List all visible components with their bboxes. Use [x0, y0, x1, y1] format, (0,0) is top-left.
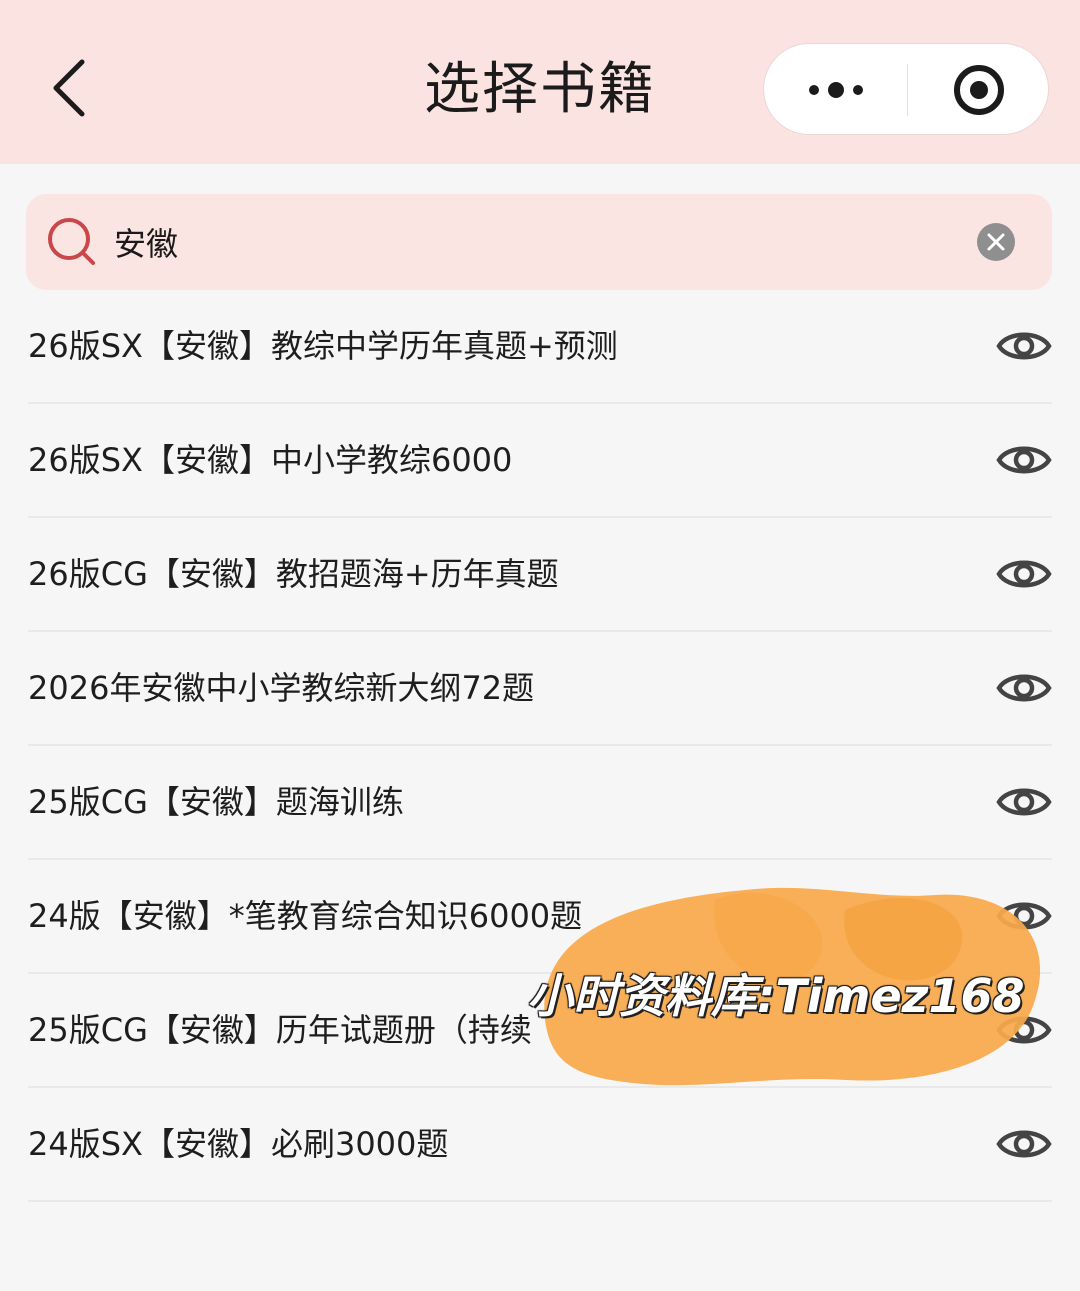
book-title: 26版SX【安徽】教综中学历年真题+预测	[28, 327, 618, 365]
list-item[interactable]: 24版SX【安徽】必刷3000题	[0, 1088, 1080, 1202]
book-title: 26版CG【安徽】教招题海+历年真题	[28, 555, 559, 593]
book-title: 25版CG【安徽】题海训练	[28, 783, 404, 821]
page-title: 选择书籍	[424, 57, 656, 122]
eye-icon[interactable]	[996, 549, 1052, 599]
more-button[interactable]	[764, 44, 907, 136]
eye-icon[interactable]	[996, 321, 1052, 371]
chevron-left-icon	[53, 59, 85, 117]
search-input[interactable]	[114, 212, 934, 272]
nav-header: 选择书籍	[0, 0, 1080, 164]
book-title: 25版CG【安徽】历年试题册（持续	[28, 1011, 532, 1049]
book-title: 24版【安徽】*笔教育综合知识6000题	[28, 897, 583, 935]
eye-icon[interactable]	[996, 777, 1052, 827]
book-title: 2026年安徽中小学教综新大纲72题	[28, 669, 535, 707]
eye-icon[interactable]	[996, 435, 1052, 485]
clear-circle-icon[interactable]	[976, 222, 1016, 262]
target-close-icon	[954, 65, 1004, 115]
watermark: 小时资料库:Timez168	[515, 870, 1075, 1095]
book-title: 24版SX【安徽】必刷3000题	[28, 1125, 449, 1163]
list-item[interactable]: 25版CG【安徽】题海训练	[0, 746, 1080, 860]
eye-icon[interactable]	[996, 1119, 1052, 1169]
more-dots-icon	[808, 82, 863, 98]
mini-program-capsule	[763, 43, 1049, 135]
list-item[interactable]: 2026年安徽中小学教综新大纲72题	[0, 632, 1080, 746]
list-item[interactable]: 26版SX【安徽】中小学教综6000	[0, 404, 1080, 518]
close-miniprogram-button[interactable]	[908, 44, 1050, 136]
watermark-text: 小时资料库:Timez168	[527, 969, 1025, 1023]
row-divider	[28, 1200, 1052, 1202]
search-bar	[26, 194, 1052, 290]
list-item[interactable]: 26版CG【安徽】教招题海+历年真题	[0, 518, 1080, 632]
book-title: 26版SX【安徽】中小学教综6000	[28, 441, 513, 479]
back-button[interactable]	[40, 52, 100, 124]
search-icon	[48, 218, 95, 265]
eye-icon[interactable]	[996, 663, 1052, 713]
list-item[interactable]: 26版SX【安徽】教综中学历年真题+预测	[0, 290, 1080, 404]
